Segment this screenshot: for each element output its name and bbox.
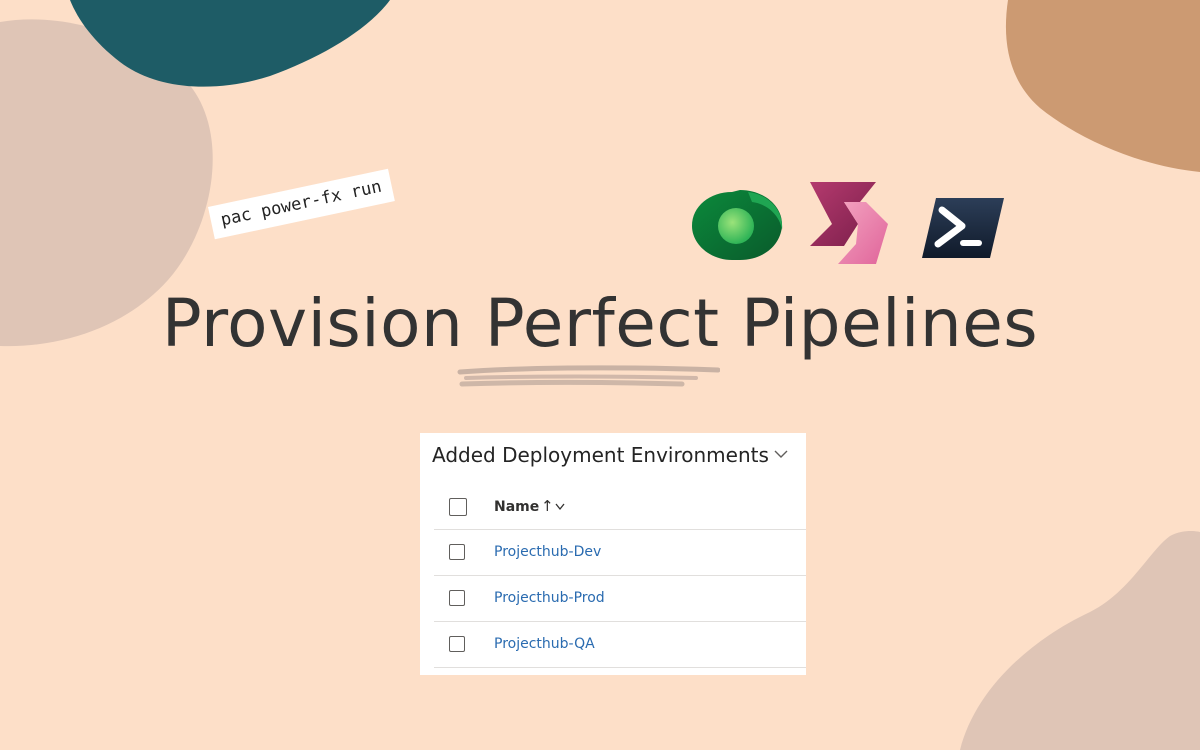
select-all-checkbox[interactable] [449,498,467,516]
sort-ascending-icon[interactable]: ↑ [541,497,554,515]
dataverse-logo-icon [692,190,783,260]
environment-link[interactable]: Projecthub-Prod [494,590,605,606]
environment-link[interactable]: Projecthub-QA [494,636,595,652]
chevron-down-icon[interactable] [774,449,788,459]
environment-link[interactable]: Projecthub-Dev [494,544,601,560]
row-checkbox[interactable] [449,544,465,560]
deployment-environments-panel: Added Deployment Environments Name ↑ Pro… [420,433,806,675]
panel-title: Added Deployment Environments [432,443,769,467]
powershell-logo-icon [922,198,1004,258]
row-checkbox[interactable] [449,590,465,606]
row-checkbox[interactable] [449,636,465,652]
power-automate-logo-icon [810,182,888,264]
table-row: Projecthub-Prod [434,576,806,622]
taupe-blob-bottom-right [960,531,1200,750]
headline: Provision Perfect Pipelines [161,285,1039,362]
table-header-row: Name ↑ [434,485,806,530]
table-row: Projecthub-Dev [434,530,806,576]
table-row: Projecthub-QA [434,622,806,668]
column-menu-chevron-icon[interactable] [555,503,565,511]
column-header-name[interactable]: Name [494,499,539,515]
brush-underline [457,365,720,387]
tan-blob-right [1005,0,1200,172]
